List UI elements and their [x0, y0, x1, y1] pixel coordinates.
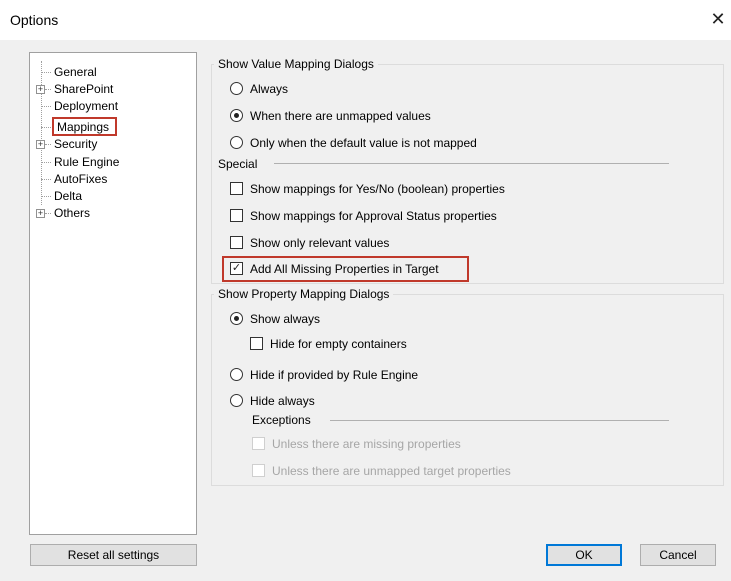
- cancel-button[interactable]: Cancel: [640, 544, 716, 566]
- tree-connector: [45, 89, 51, 90]
- checkbox[interactable]: [252, 464, 265, 477]
- exceptions-title: Exceptions: [252, 413, 311, 427]
- radio-button[interactable]: [230, 368, 243, 381]
- tree-connector: [41, 162, 51, 163]
- title-bar: Options ✕: [0, 0, 731, 40]
- window-title: Options: [10, 12, 59, 28]
- checkbox-label: Show mappings for Approval Status proper…: [250, 209, 497, 223]
- expand-plus-icon[interactable]: +: [36, 209, 45, 218]
- expand-plus-icon[interactable]: +: [36, 85, 45, 94]
- checkbox[interactable]: [230, 209, 243, 222]
- options-tree[interactable]: General + SharePoint Deployment Mappings…: [29, 52, 197, 535]
- radio-label: Hide if provided by Rule Engine: [250, 368, 419, 382]
- reset-all-settings-button[interactable]: Reset all settings: [30, 544, 197, 566]
- tree-connector: [41, 61, 42, 205]
- checkbox[interactable]: [230, 236, 243, 249]
- radio-button[interactable]: [230, 82, 243, 95]
- tree-connector: [41, 179, 51, 180]
- checkbox-label: Add All Missing Properties in Target: [250, 262, 439, 276]
- ok-button[interactable]: OK: [546, 544, 622, 566]
- radio-label: When there are unmapped values: [250, 109, 431, 123]
- radio-button[interactable]: [230, 109, 243, 122]
- radio-label: Hide always: [250, 394, 315, 408]
- checkbox-label: Hide for empty containers: [270, 337, 407, 351]
- tree-connector: [41, 106, 51, 107]
- tree-item-label: Others: [54, 206, 91, 220]
- checkbox-label: Unless there are missing properties: [272, 437, 461, 451]
- special-separator: [274, 163, 669, 164]
- tree-item-label: SharePoint: [54, 82, 114, 96]
- tree-connector: [45, 144, 51, 145]
- checkbox-label: Show only relevant values: [250, 236, 390, 250]
- tree-item-label: Security: [54, 137, 98, 151]
- radio-label: Always: [250, 82, 289, 96]
- tree-item-label: Deployment: [54, 99, 119, 113]
- tree-connector: [41, 72, 51, 73]
- radio-label: Show always: [250, 312, 321, 326]
- tree-connector: [41, 196, 51, 197]
- exceptions-separator: [330, 420, 669, 421]
- tree-connector: [45, 213, 51, 214]
- checkbox[interactable]: [250, 337, 263, 350]
- checkbox-label: Show mappings for Yes/No (boolean) prope…: [250, 182, 505, 196]
- checkbox[interactable]: [230, 182, 243, 195]
- tree-item-label: Rule Engine: [54, 155, 120, 169]
- tree-item-label: Delta: [54, 189, 83, 203]
- radio-button[interactable]: [230, 312, 243, 325]
- checkbox-label: Unless there are unmapped target propert…: [272, 464, 511, 478]
- radio-button[interactable]: [230, 136, 243, 149]
- property-mapping-title: Show Property Mapping Dialogs: [214, 287, 394, 301]
- tree-item-label: Mappings: [57, 120, 110, 134]
- checkbox[interactable]: [252, 437, 265, 450]
- radio-label: Only when the default value is not mappe…: [250, 136, 477, 150]
- value-mapping-group: [211, 64, 724, 284]
- special-title: Special: [218, 157, 258, 171]
- checkbox[interactable]: ✓: [230, 262, 243, 275]
- radio-button[interactable]: [230, 394, 243, 407]
- tree-connector: [41, 127, 51, 128]
- tree-item-label: General: [54, 65, 97, 79]
- close-icon[interactable]: ✕: [707, 9, 729, 30]
- expand-plus-icon[interactable]: +: [36, 140, 45, 149]
- tree-item-label: AutoFixes: [54, 172, 108, 186]
- value-mapping-title: Show Value Mapping Dialogs: [214, 57, 378, 71]
